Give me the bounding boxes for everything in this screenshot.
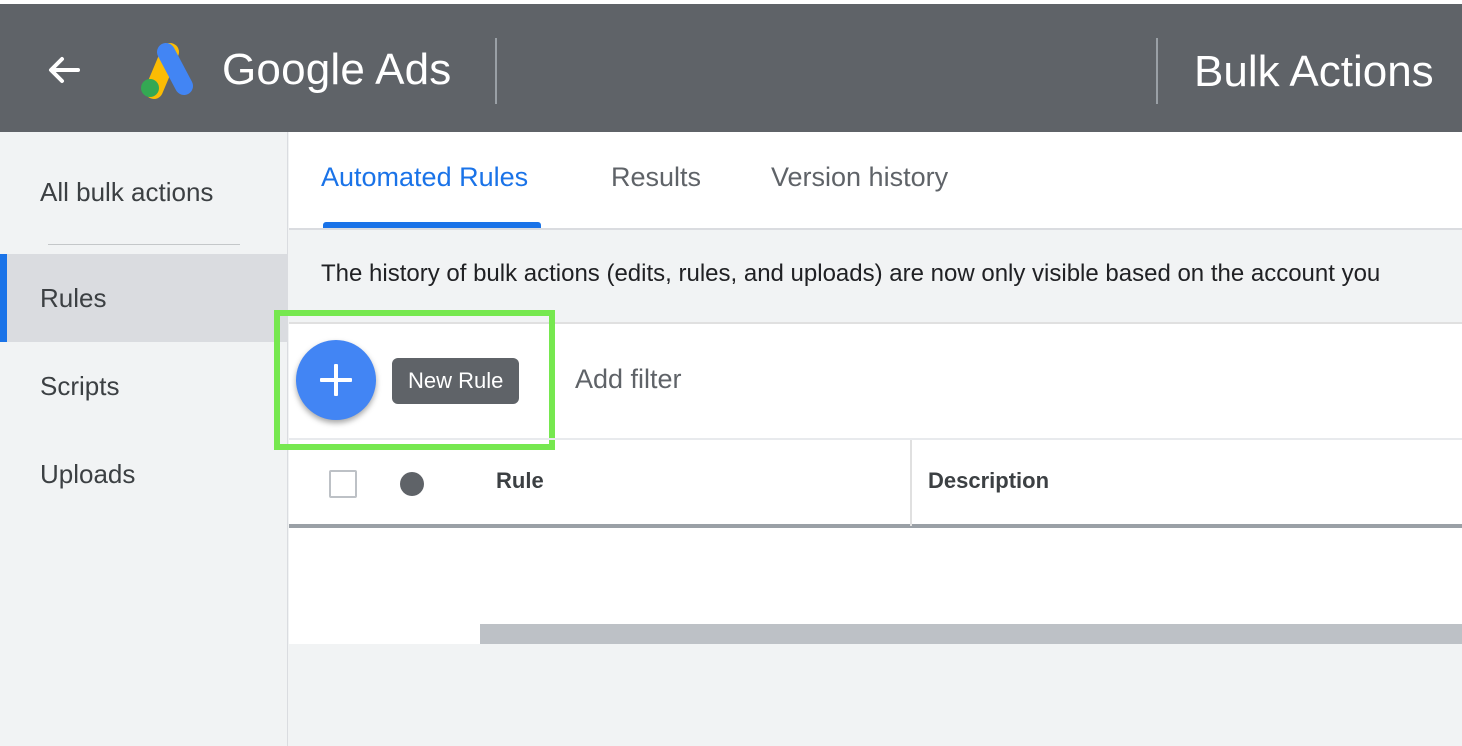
column-header-description[interactable]: Description	[928, 468, 1049, 494]
table-header: Rule Description	[289, 438, 1462, 528]
top-bar: Google Ads Bulk Actions	[0, 0, 1462, 132]
new-rule-button[interactable]	[296, 340, 376, 420]
status-dot-icon	[400, 472, 424, 496]
sidebar-item-uploads[interactable]: Uploads	[0, 430, 288, 518]
select-all-checkbox[interactable]	[329, 470, 357, 498]
sidebar-item-all-bulk-actions[interactable]: All bulk actions	[0, 148, 288, 236]
new-rule-tooltip: New Rule	[392, 358, 520, 404]
add-filter-button[interactable]: Add filter	[575, 364, 682, 395]
column-header-rule[interactable]: Rule	[496, 468, 544, 494]
header-divider	[1156, 38, 1158, 104]
tab-version-history[interactable]: Version history	[771, 162, 948, 193]
active-tab-indicator	[323, 222, 541, 228]
arrow-left-icon[interactable]	[44, 50, 84, 90]
google-ads-logo-icon[interactable]	[136, 42, 200, 100]
sidebar-item-scripts[interactable]: Scripts	[0, 342, 288, 430]
sidebar: All bulk actions Rules Scripts Uploads	[0, 132, 288, 746]
horizontal-scrollbar-thumb[interactable]	[480, 624, 1462, 644]
history-notice: The history of bulk actions (edits, rule…	[321, 260, 1381, 287]
tab-automated-rules[interactable]: Automated Rules	[321, 162, 528, 193]
tab-results[interactable]: Results	[611, 162, 701, 193]
tab-bar: Automated Rules Results Version history	[289, 132, 1462, 230]
sidebar-divider	[48, 244, 240, 245]
header-divider	[495, 38, 497, 104]
column-divider[interactable]	[910, 440, 912, 526]
sidebar-item-rules[interactable]: Rules	[0, 254, 288, 342]
rules-panel: New Rule Add filter Rule Description	[274, 310, 1462, 626]
brand-name: Google Ads	[222, 45, 452, 94]
main-content: Automated Rules Results Version history …	[274, 132, 1462, 746]
page-title: Bulk Actions	[1194, 47, 1434, 96]
